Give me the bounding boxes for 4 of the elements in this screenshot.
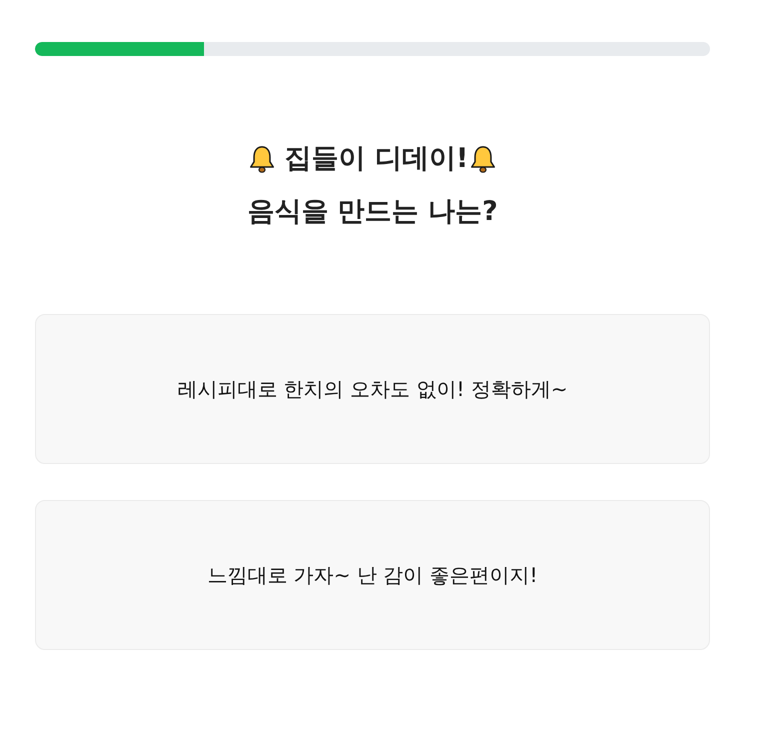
title-text: 집들이 디데이! — [284, 142, 468, 176]
title-text: 음식을 만드는 나는? — [247, 194, 498, 228]
answer-option-button[interactable]: 느낌대로 가자~ 난 감이 좋은편이지! — [35, 500, 710, 650]
answer-option-button[interactable]: 레시피대로 한치의 오차도 없이! 정확하게~ — [35, 314, 710, 464]
